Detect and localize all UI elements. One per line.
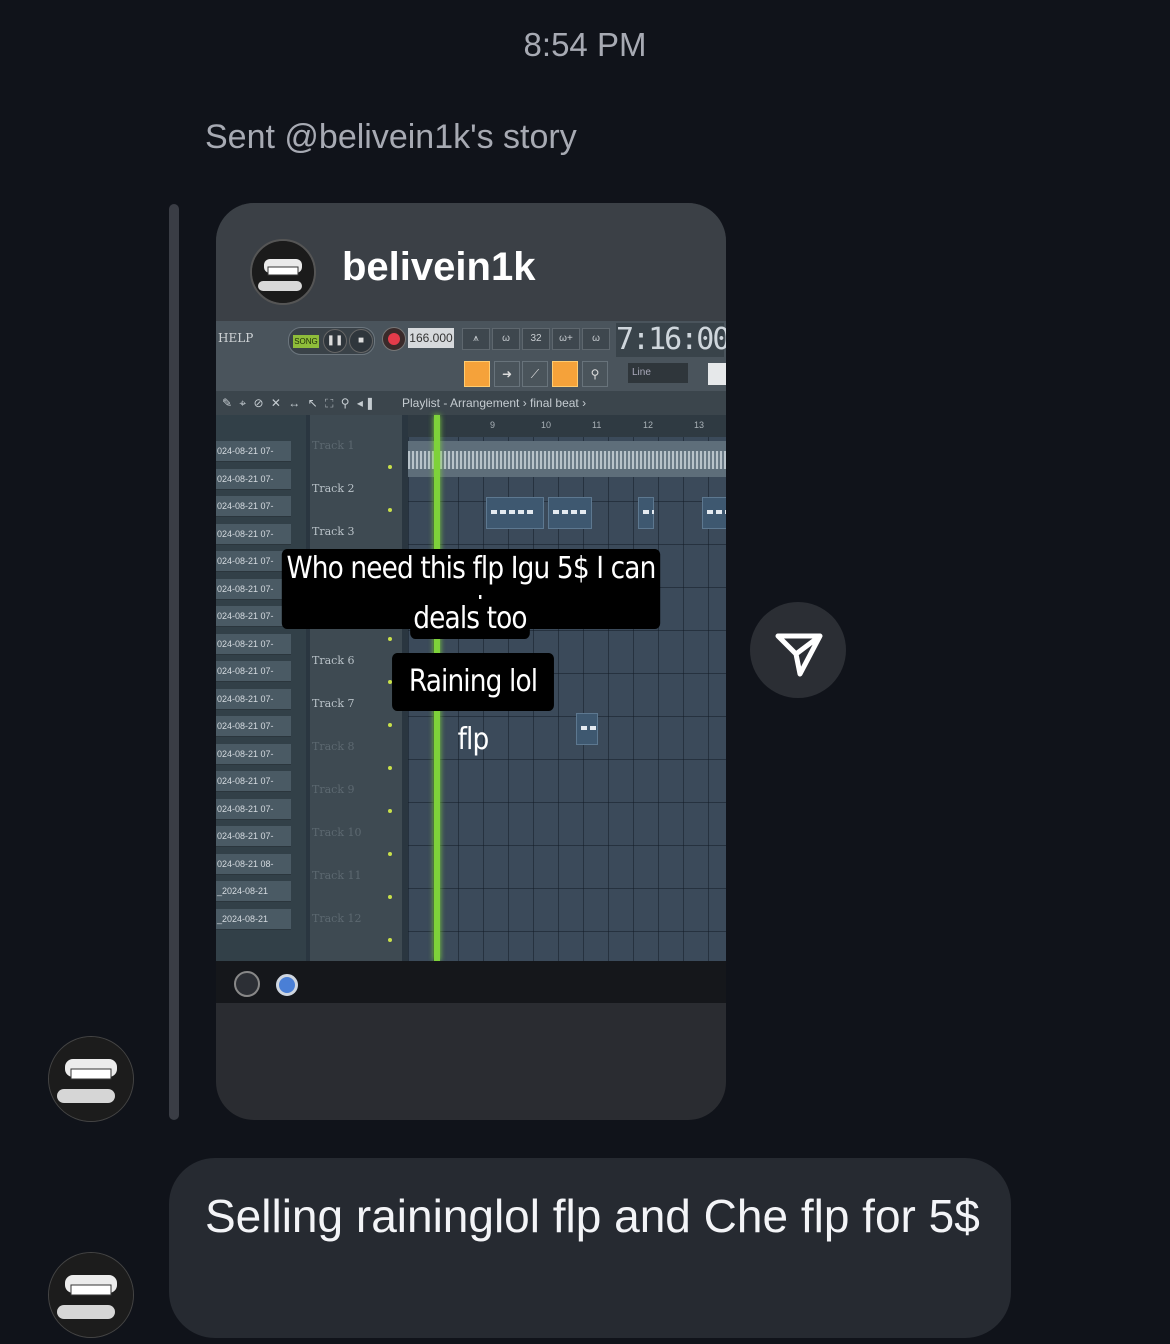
time-display: 7:16:00 xyxy=(616,322,726,357)
stamp-icon: ⚲ xyxy=(582,361,608,387)
sender-avatar[interactable] xyxy=(48,1252,134,1338)
ruler-tick: 13 xyxy=(694,420,705,430)
caption-line-2: deals too xyxy=(410,599,530,639)
ruler-tick: 10 xyxy=(541,420,552,430)
playlist-title: Playlist - Arrangement › final beat › xyxy=(402,396,587,410)
brush-icon: ⟋ xyxy=(522,361,548,387)
track-indicator xyxy=(388,852,392,856)
track-indicator xyxy=(388,809,392,813)
track-indicator xyxy=(388,766,392,770)
arrow-icon: ➜ xyxy=(494,361,520,387)
track-label: Track 3 xyxy=(312,525,355,538)
story-header: belivein1k xyxy=(216,203,726,321)
track-label: Track 8 xyxy=(312,740,355,753)
file-item: 024-08-21 07- xyxy=(216,551,291,572)
track-indicator xyxy=(388,508,392,512)
ruler-tick: 9 xyxy=(490,420,496,430)
step-icon: ω+ xyxy=(552,328,580,350)
white-block xyxy=(708,363,726,385)
file-browser: 024-08-21 07- 024-08-21 07- 024-08-21 07- 0… xyxy=(216,415,306,961)
message-bubble[interactable]: Selling raininglol flp and Che flp for 5… xyxy=(169,1158,1011,1338)
playlist-bar: ✎ ⌖ ⊘ ✕ ↔ ↖ ⛶ ⚲ ◂❚ Playlist - Arrangemen… xyxy=(216,391,726,415)
file-item: _2024-08-21 xyxy=(216,881,291,902)
file-item: 024-08-21 07- xyxy=(216,606,291,627)
track-label: Track 9 xyxy=(312,783,355,796)
track-label: Track 12 xyxy=(312,912,362,925)
track-indicator xyxy=(388,938,392,942)
cd-icon xyxy=(234,971,260,997)
story-avatar[interactable] xyxy=(250,239,316,305)
metronome-icon: ⩚ xyxy=(462,328,490,350)
file-item: 024-08-21 07- xyxy=(216,716,291,737)
pause-icon: ❚❚ xyxy=(323,329,347,353)
track-indicator xyxy=(388,723,392,727)
loop-icon: ω xyxy=(582,328,610,350)
file-item: 024-08-21 07- xyxy=(216,688,291,710)
link-icon xyxy=(552,361,578,387)
ruler: 9 10 11 12 13 xyxy=(408,415,726,437)
story-username[interactable]: belivein1k xyxy=(342,245,535,290)
message-text: Selling raininglol flp and Che flp for 5… xyxy=(205,1190,980,1242)
track-list: Track 1Track 2Track 3Track 4Track 5Track… xyxy=(310,415,402,961)
file-item: 024-08-21 07- xyxy=(216,578,291,600)
ruler-tick: 12 xyxy=(643,420,654,430)
file-item: _2024-08-21 xyxy=(216,908,291,930)
playlist-tools-icon: ✎ ⌖ ⊘ ✕ ↔ ↖ ⛶ ⚲ ◂❚ xyxy=(222,396,377,410)
caption-raining: Raining lol flp xyxy=(392,653,554,757)
daw-bottom-bar xyxy=(216,961,726,1003)
track-label: Track 11 xyxy=(312,869,362,882)
pattern-clip xyxy=(548,497,592,529)
track-indicator xyxy=(388,637,392,641)
file-item: 024-08-21 07- xyxy=(216,633,291,655)
paper-plane-icon xyxy=(775,633,823,677)
file-item: 024-08-21 07- xyxy=(216,523,291,545)
track-label: Track 10 xyxy=(312,826,362,839)
orange-tool-icon xyxy=(464,361,490,387)
pattern-clip xyxy=(702,497,726,529)
file-item: 024-08-21 07- xyxy=(216,496,291,517)
track-indicator xyxy=(388,465,392,469)
reply-bar xyxy=(169,204,179,1120)
waveform-clip xyxy=(408,441,726,477)
file-item: 024-08-21 07- xyxy=(216,798,291,820)
gear-icon xyxy=(276,974,298,996)
track-label: Track 6 xyxy=(312,654,355,667)
snap-display: 32 xyxy=(522,328,550,350)
daw-toolbar: HELP SONG ❚❚ ■ 166.000 ⩚ ω 32 ω+ ω 7:16:… xyxy=(216,321,726,391)
track-indicator xyxy=(388,895,392,899)
timestamp: 8:54 PM xyxy=(523,26,647,63)
pattern-clip xyxy=(638,497,655,529)
ruler-tick: 11 xyxy=(592,420,602,430)
help-button: HELP xyxy=(218,331,254,345)
story-card[interactable]: belivein1k HELP SONG ❚❚ ■ 166.000 ⩚ ω 32… xyxy=(216,203,726,1120)
pattern-clip xyxy=(486,497,544,529)
stop-icon: ■ xyxy=(349,329,373,353)
file-item: 024-08-21 07- xyxy=(216,441,291,462)
track-label: Track 7 xyxy=(312,697,355,710)
sender-avatar[interactable] xyxy=(48,1036,134,1122)
file-item: 024-08-21 07- xyxy=(216,771,291,792)
track-label: Track 2 xyxy=(312,482,355,495)
share-button[interactable] xyxy=(750,602,846,698)
tempo-display: 166.000 xyxy=(408,328,454,348)
file-item: 024-08-21 08- xyxy=(216,853,291,875)
record-icon xyxy=(382,327,406,351)
file-item: 024-08-21 07- xyxy=(216,468,291,490)
track-label: Track 1 xyxy=(312,439,355,452)
song-pill: SONG ❚❚ ■ xyxy=(288,327,375,355)
file-item: 024-08-21 07- xyxy=(216,826,291,847)
file-item: 024-08-21 07- xyxy=(216,743,291,765)
wait-icon: ω xyxy=(492,328,520,350)
line-select: Line xyxy=(628,363,688,383)
sent-story-label: Sent @belivein1k's story xyxy=(205,118,577,156)
file-item: 024-08-21 07- xyxy=(216,661,291,682)
song-tag: SONG xyxy=(293,335,319,348)
daw-screenshot: HELP SONG ❚❚ ■ 166.000 ⩚ ω 32 ω+ ω 7:16:… xyxy=(216,321,726,961)
pattern-clip xyxy=(576,713,598,745)
